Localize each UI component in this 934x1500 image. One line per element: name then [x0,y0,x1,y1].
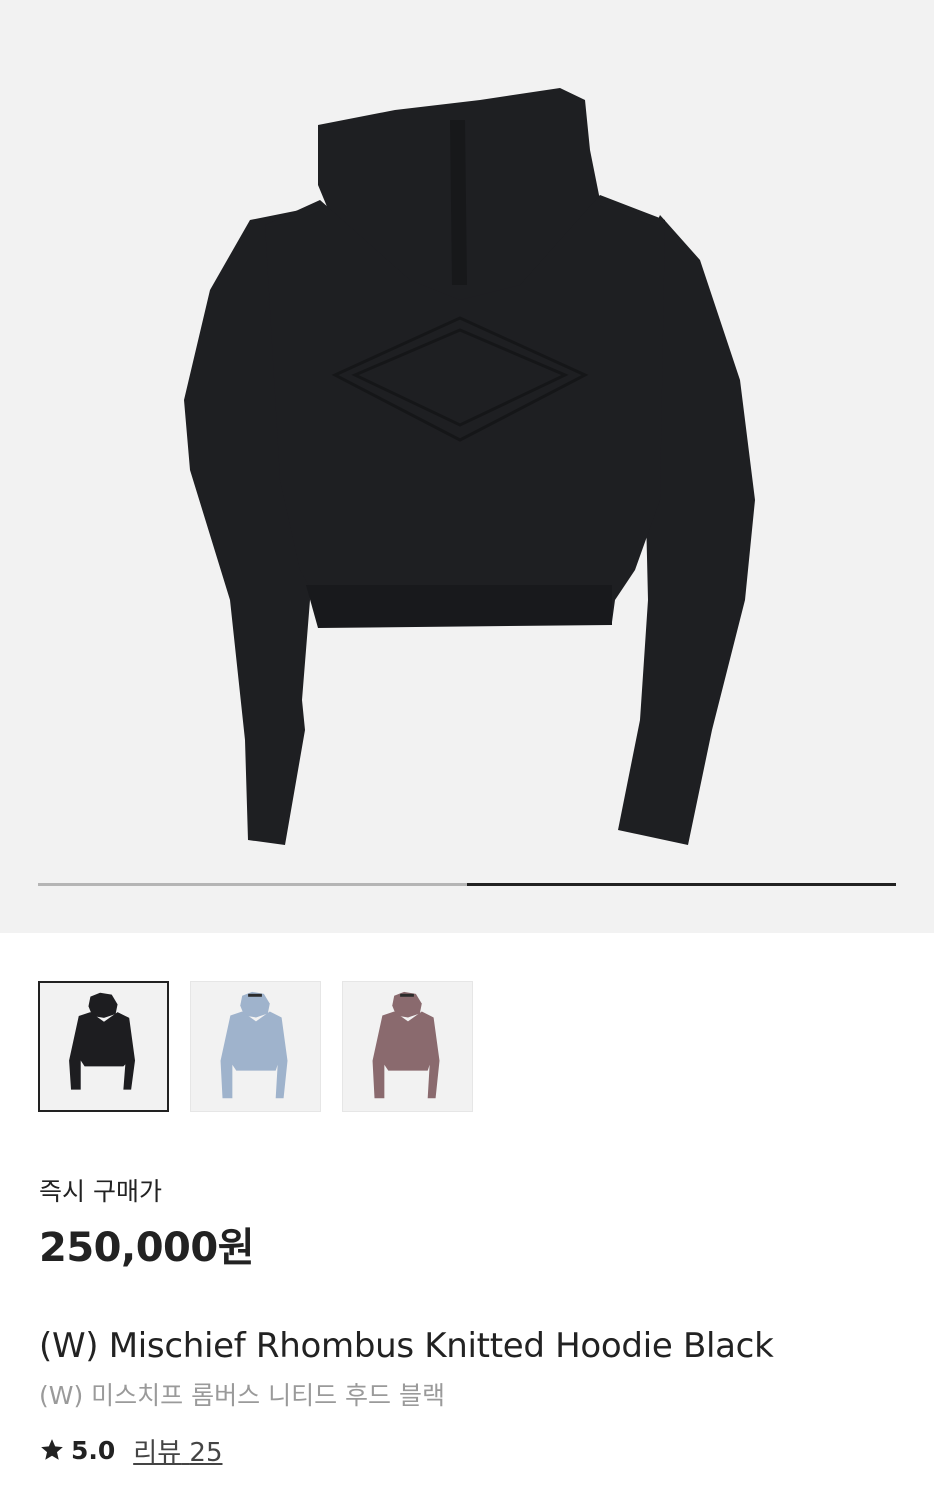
rating-score: 5.0 [71,1435,116,1465]
review-count: 25 [189,1437,223,1468]
review-label: 리뷰 [133,1437,182,1468]
price-label: 즉시 구매가 [39,1177,162,1206]
hoodie-back-image[interactable] [0,0,934,933]
thumbnail-black[interactable] [38,981,169,1112]
black-hoodie-thumbnail [69,992,136,1090]
review-link[interactable]: 리뷰 25 [133,1432,222,1469]
mauve-hoodie-thumbnail [372,991,440,1099]
rating-summary: 5.0 리뷰 25 [39,1432,223,1468]
price-value: 250,000원 [39,1225,255,1271]
product-image-gallery[interactable] [0,0,934,933]
image-slide-progress-indicator [467,883,896,886]
light-blue-hoodie-thumbnail [220,991,288,1099]
product-name-english: (W) Mischief Rhombus Knitted Hoodie Blac… [39,1326,774,1366]
thumbnail-mauve[interactable] [342,981,473,1112]
thumbnail-light-blue[interactable] [190,981,321,1112]
image-slide-progress-track [38,883,896,886]
product-name-korean: (W) 미스치프 롬버스 니티드 후드 블랙 [39,1381,445,1410]
star-icon [41,1439,63,1460]
